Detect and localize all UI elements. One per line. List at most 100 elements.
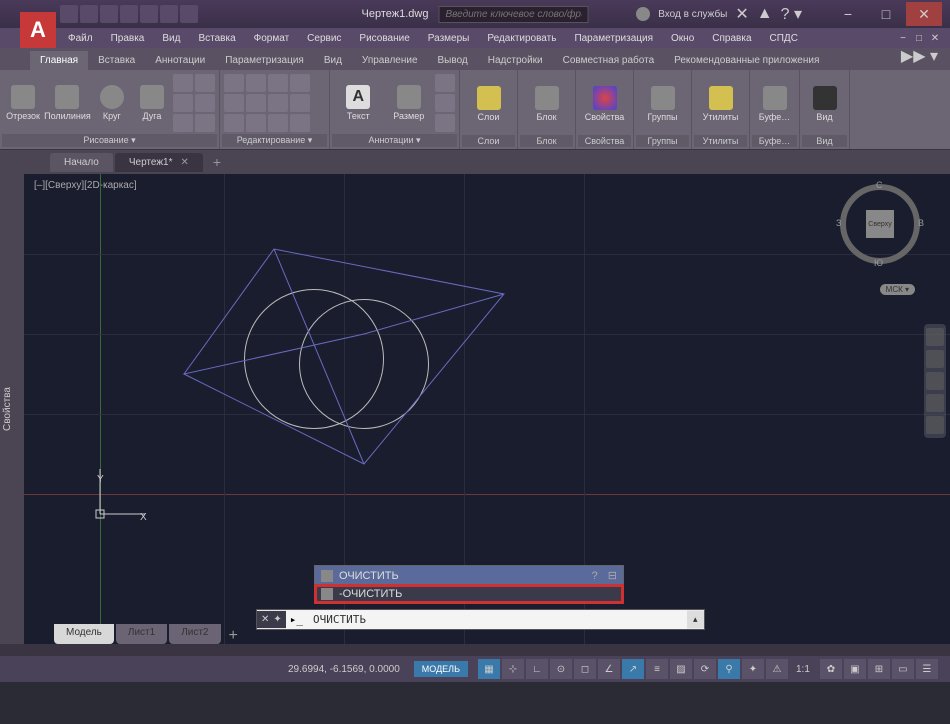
panel-draw-title[interactable]: Рисование ▾ [2,134,217,147]
groups-button[interactable]: Группы [638,75,687,133]
menu-file[interactable]: Файл [60,31,101,46]
qat-open-icon[interactable] [80,5,98,23]
edit-12[interactable] [290,114,310,132]
annot-1[interactable] [435,74,455,92]
minimize-button[interactable]: − [830,2,866,26]
menu-help[interactable]: Справка [704,31,759,46]
utilities-button[interactable]: Утилиты [696,75,745,133]
snap-toggle-icon[interactable]: ⊹ [502,659,524,679]
viewcube-east[interactable]: В [918,218,924,228]
ribbon-tab-collaborate[interactable]: Совместная работа [553,51,665,70]
edit-10[interactable] [290,74,310,92]
exchange-icon[interactable]: ✕ [735,4,748,24]
circle-button[interactable]: Круг [93,74,131,132]
viewcube-west[interactable]: З [836,218,841,228]
grid-toggle-icon[interactable]: ▦ [478,659,500,679]
viewcube-south[interactable]: Ю [874,258,883,268]
ribbon-tab-output[interactable]: Вывод [428,51,478,70]
viewport-label[interactable]: [–][Сверху][2D-каркас] [34,180,137,191]
user-icon[interactable] [636,7,650,21]
draw-small-5[interactable] [173,114,193,132]
layout-tab-sheet2[interactable]: Лист2 [169,624,220,644]
workspace-icon[interactable]: ✦ [742,659,764,679]
menu-drawing[interactable]: Рисование [351,31,417,46]
properties-button[interactable]: Свойства [580,75,629,133]
nav-showmotion-icon[interactable] [926,416,944,434]
cmdline-handle[interactable]: ✕✦ [257,611,286,628]
view-button[interactable]: Вид [804,75,845,133]
edit-6[interactable] [268,94,288,112]
cmdline-config-icon[interactable]: ✦ [273,614,281,625]
menu-insert[interactable]: Вставка [190,31,243,46]
ribbon-tab-manage[interactable]: Управление [352,51,428,70]
edit-7[interactable] [224,114,244,132]
menu-window[interactable]: Окно [663,31,702,46]
dimension-button[interactable]: Размер [385,74,434,132]
qat-plot-icon[interactable] [140,5,158,23]
osnap-toggle-icon[interactable]: ◻ [574,659,596,679]
horizontal-scrollbar[interactable] [0,644,950,656]
close-button[interactable]: ✕ [906,2,942,26]
draw-small-2[interactable] [195,74,215,92]
viewcube-north[interactable]: С [876,180,883,190]
login-link[interactable]: Вход в службы [658,9,727,20]
panel-annot-title[interactable]: Аннотации ▾ [332,134,457,147]
cycling-icon[interactable]: ⟳ [694,659,716,679]
ribbon-tab-parametric[interactable]: Параметризация [215,51,314,70]
edit-5[interactable] [246,94,266,112]
edit-8[interactable] [246,114,266,132]
help-icon[interactable]: ? [592,570,598,582]
layers-button[interactable]: Слои [464,75,513,133]
transparency-icon[interactable]: ▨ [670,659,692,679]
help-dropdown-icon[interactable]: ? ▾ [781,4,802,24]
layout-tab-sheet1[interactable]: Лист1 [116,624,167,644]
qat-saveas-icon[interactable] [120,5,138,23]
add-tab-button[interactable]: + [205,154,229,170]
hardware-icon[interactable]: ⊞ [868,659,890,679]
edit-9[interactable] [268,114,288,132]
ribbon-expand-icon[interactable]: ▶▶ ▾ [889,42,950,70]
gear-icon[interactable]: ✿ [820,659,842,679]
scale-readout[interactable]: 1:1 [796,664,810,675]
menu-format[interactable]: Формат [246,31,298,46]
customize-icon[interactable]: ☰ [916,659,938,679]
draw-small-6[interactable] [195,114,215,132]
block-button[interactable]: Блок [522,75,571,133]
panel-edit-title[interactable]: Редактирование ▾ [222,134,327,147]
dyn-toggle-icon[interactable]: ↗ [622,659,644,679]
ribbon-tab-annotate[interactable]: Аннотации [145,51,215,70]
qat-save-icon[interactable] [100,5,118,23]
polyline-shape[interactable] [164,234,524,484]
cart-icon[interactable]: ▲ [757,5,773,23]
drawing-canvas[interactable]: [–][Сверху][2D-каркас] Y X Сверху С [24,174,950,644]
arc-button[interactable]: Дуга [133,74,171,132]
search-input[interactable] [438,6,588,23]
properties-panel-tab[interactable]: Свойства [0,174,24,644]
edit-3[interactable] [268,74,288,92]
viewcube[interactable]: Сверху С Ю В З [840,184,920,264]
edit-2[interactable] [246,74,266,92]
edit-1[interactable] [224,74,244,92]
clipboard-button[interactable]: Буфе… [754,75,795,133]
viewcube-face[interactable]: Сверху [866,210,894,238]
line-button[interactable]: Отрезок [4,74,42,132]
menu-view[interactable]: Вид [154,31,188,46]
menu-parametric[interactable]: Параметризация [566,31,661,46]
polyline-button[interactable]: Полилиния [44,74,91,132]
command-suggestion-item[interactable]: -ОЧИСТИТЬ [315,585,623,603]
otrack-toggle-icon[interactable]: ∠ [598,659,620,679]
cmdline-close-icon[interactable]: ✕ [261,614,269,625]
menu-edit[interactable]: Правка [103,31,153,46]
cleanscreen-icon[interactable]: ▭ [892,659,914,679]
ucs-badge[interactable]: МСК ▾ [880,284,915,295]
doc-tab-start[interactable]: Начало [50,153,113,172]
nav-wheel-icon[interactable] [926,328,944,346]
ribbon-tab-addins[interactable]: Надстройки [478,51,553,70]
ribbon-tab-insert[interactable]: Вставка [88,51,145,70]
edit-11[interactable] [290,94,310,112]
nav-pan-icon[interactable] [926,350,944,368]
text-button[interactable]: AТекст [334,74,383,132]
nav-orbit-icon[interactable] [926,394,944,412]
cmdline-history-icon[interactable]: ▴ [687,611,704,628]
doc-tab-drawing1[interactable]: Чертеж1*✕ [115,153,203,172]
